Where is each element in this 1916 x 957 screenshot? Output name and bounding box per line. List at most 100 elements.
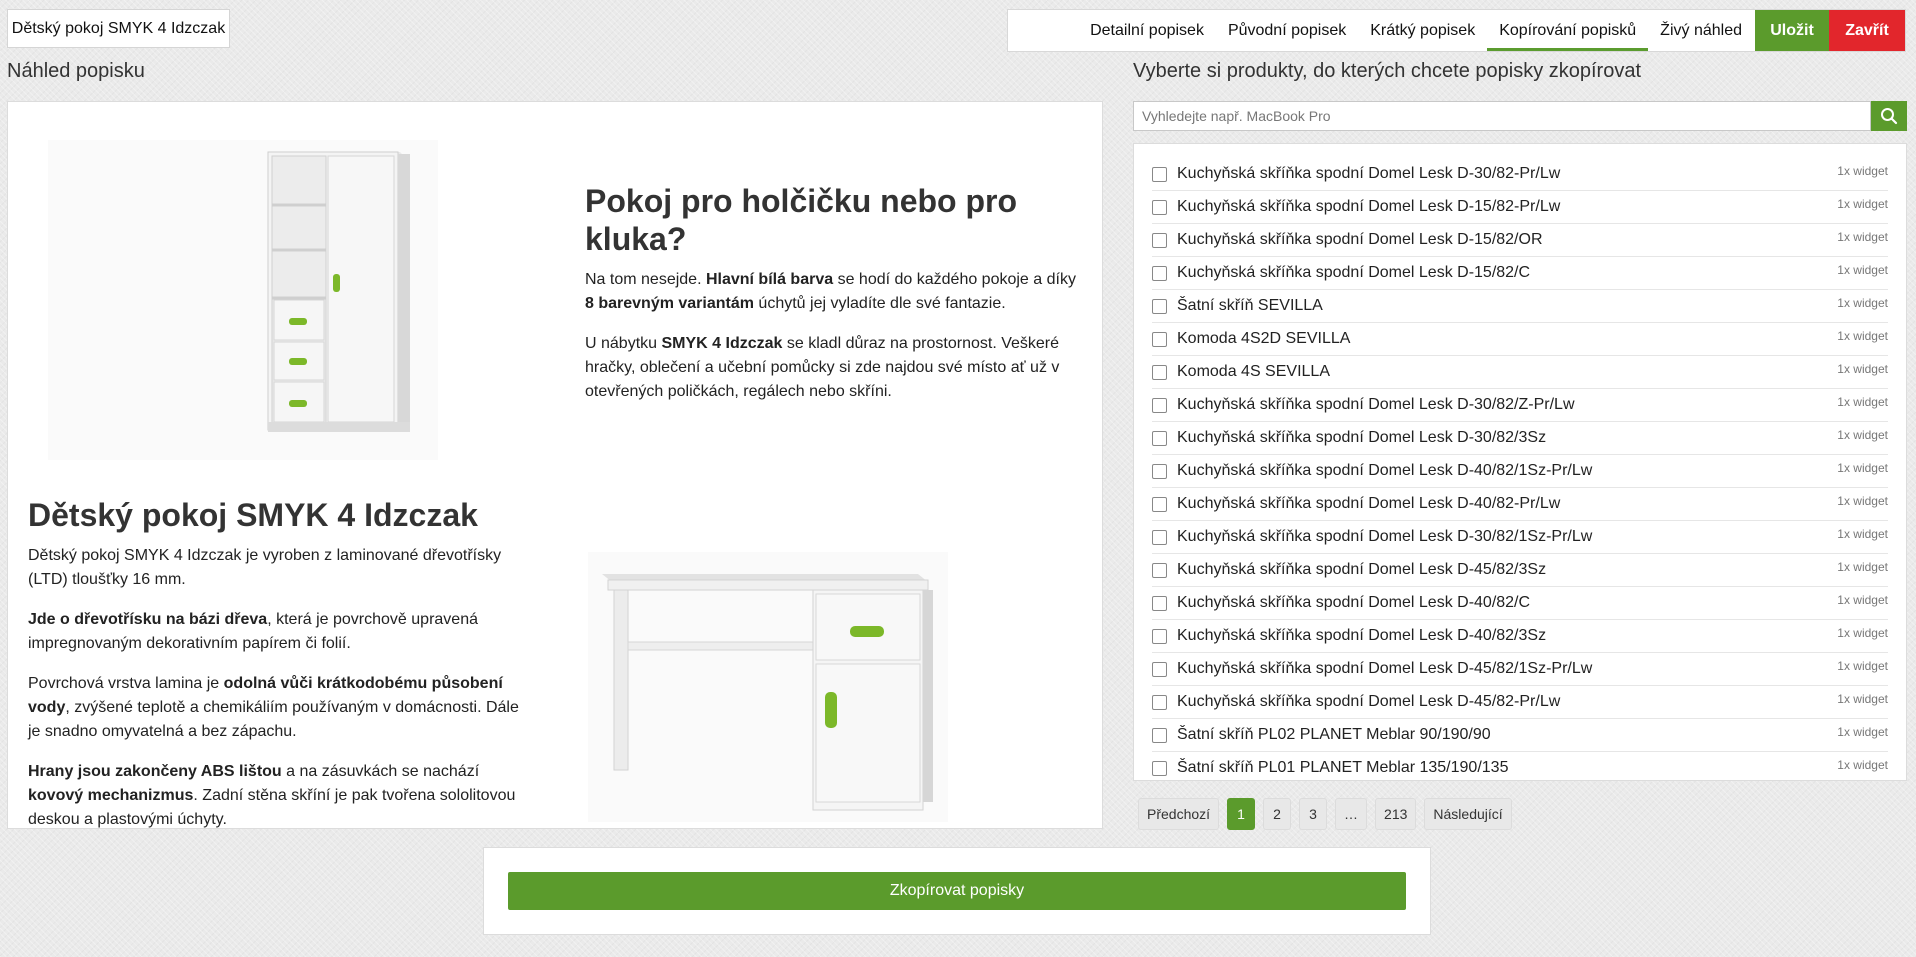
product-name: Kuchyňská skříňka spodní Domel Lesk D-15… — [1177, 264, 1531, 281]
pagination-prev-button[interactable]: Předchozí — [1138, 798, 1220, 830]
block1-title: Pokoj pro holčičku nebo pro kluka? — [585, 183, 1018, 257]
product-checkbox[interactable] — [1152, 199, 1167, 215]
list-item[interactable]: Komoda 4S2D SEVILLA 1x widget — [1152, 323, 1888, 356]
product-checkbox[interactable] — [1152, 232, 1167, 248]
product-checkbox[interactable] — [1152, 496, 1167, 512]
pagination: Předchozí 1 2 3 … 213 Následující — [1138, 798, 1512, 830]
block1-paragraph-2: U nábytku SMYK 4 Idzczak se kladl důraz … — [585, 335, 1060, 400]
page-button-1[interactable]: 1 — [1227, 798, 1256, 830]
pagination-next-button[interactable]: Následující — [1424, 798, 1512, 830]
block2-paragraph-4: Hrany jsou zakončeny ABS lištou a na zás… — [28, 763, 516, 828]
widget-count-badge: 1x widget — [1837, 494, 1888, 508]
list-item[interactable]: Kuchyňská skříňka spodní Domel Lesk D-30… — [1152, 521, 1888, 554]
product-checkbox[interactable] — [1152, 628, 1167, 644]
product-checkbox[interactable] — [1152, 166, 1167, 182]
product-checkbox[interactable] — [1152, 562, 1167, 578]
product-name: Kuchyňská skříňka spodní Domel Lesk D-40… — [1177, 495, 1561, 512]
list-item[interactable]: Kuchyňská skříňka spodní Domel Lesk D-40… — [1152, 455, 1888, 488]
products-heading: Vyberte si produkty, do kterých chcete p… — [1133, 60, 1642, 82]
product-name: Kuchyňská skříňka spodní Domel Lesk D-30… — [1177, 528, 1593, 545]
page-button-2[interactable]: 2 — [1263, 798, 1292, 830]
product-checkbox[interactable] — [1152, 661, 1167, 677]
page-ellipsis: … — [1335, 798, 1368, 830]
product-checkbox[interactable] — [1152, 397, 1167, 413]
list-item[interactable]: Šatní skříň PL01 PLANET Meblar 135/190/1… — [1152, 752, 1888, 780]
widget-count-badge: 1x widget — [1837, 461, 1888, 475]
product-name: Kuchyňská skříňka spodní Domel Lesk D-45… — [1177, 561, 1547, 578]
list-item[interactable]: Šatní skříň SEVILLA 1x widget — [1152, 290, 1888, 323]
widget-count-badge: 1x widget — [1837, 164, 1888, 178]
page-button-3[interactable]: 3 — [1299, 798, 1328, 830]
top-tab-bar: Detailní popisek Původní popisek Krátký … — [1007, 9, 1906, 52]
widget-count-badge: 1x widget — [1837, 428, 1888, 442]
widget-count-badge: 1x widget — [1837, 659, 1888, 673]
list-item[interactable]: Kuchyňská skříňka spodní Domel Lesk D-15… — [1152, 257, 1888, 290]
description-preview: Pokoj pro holčičku nebo pro kluka? Na to… — [7, 101, 1103, 829]
product-checkbox[interactable] — [1152, 595, 1167, 611]
save-button[interactable]: Uložit — [1755, 10, 1829, 51]
product-search — [1133, 101, 1907, 131]
widget-count-badge: 1x widget — [1837, 329, 1888, 343]
list-item[interactable]: Šatní skříň PL02 PLANET Meblar 90/190/90… — [1152, 719, 1888, 752]
tab-short-description[interactable]: Krátký popisek — [1358, 10, 1487, 51]
product-checkbox[interactable] — [1152, 463, 1167, 479]
product-name: Kuchyňská skříňka spodní Domel Lesk D-45… — [1177, 660, 1593, 677]
tab-copy-descriptions[interactable]: Kopírování popisků — [1487, 10, 1649, 51]
list-item[interactable]: Kuchyňská skříňka spodní Domel Lesk D-45… — [1152, 554, 1888, 587]
search-icon — [1881, 108, 1898, 125]
tab-original-description[interactable]: Původní popisek — [1216, 10, 1358, 51]
list-item[interactable]: Kuchyňská skříňka spodní Domel Lesk D-30… — [1152, 422, 1888, 455]
page-button-last[interactable]: 213 — [1375, 798, 1417, 830]
wardrobe-image — [48, 140, 438, 460]
product-checkbox[interactable] — [1152, 760, 1167, 776]
product-name: Kuchyňská skříňka spodní Domel Lesk D-15… — [1177, 231, 1543, 248]
widget-count-badge: 1x widget — [1837, 296, 1888, 310]
product-checkbox[interactable] — [1152, 265, 1167, 281]
tab-live-preview[interactable]: Živý náhled — [1648, 10, 1754, 51]
product-name: Kuchyňská skříňka spodní Domel Lesk D-40… — [1177, 594, 1531, 611]
copy-descriptions-button[interactable]: Zkopírovat popisky — [508, 872, 1406, 910]
list-item[interactable]: Kuchyňská skříňka spodní Domel Lesk D-40… — [1152, 488, 1888, 521]
desk-image — [588, 552, 948, 822]
product-checkbox[interactable] — [1152, 430, 1167, 446]
block2-paragraph-3: Povrchová vrstva lamina je odolná vůči k… — [28, 675, 519, 740]
widget-count-badge: 1x widget — [1837, 527, 1888, 541]
copy-action-box: Zkopírovat popisky — [483, 847, 1431, 935]
product-list: Kuchyňská skříňka spodní Domel Lesk D-30… — [1133, 143, 1907, 781]
tab-detailed-description[interactable]: Detailní popisek — [1078, 10, 1216, 51]
list-item[interactable]: Kuchyňská skříňka spodní Domel Lesk D-30… — [1152, 158, 1888, 191]
list-item[interactable]: Kuchyňská skříňka spodní Domel Lesk D-15… — [1152, 191, 1888, 224]
product-checkbox[interactable] — [1152, 364, 1167, 380]
search-input[interactable] — [1133, 101, 1871, 131]
list-item[interactable]: Kuchyňská skříňka spodní Domel Lesk D-40… — [1152, 620, 1888, 653]
product-name: Kuchyňská skříňka spodní Domel Lesk D-40… — [1177, 462, 1593, 479]
product-checkbox[interactable] — [1152, 331, 1167, 347]
widget-count-badge: 1x widget — [1837, 758, 1888, 772]
product-title: Dětský pokoj SMYK 4 Idzczak — [7, 9, 230, 48]
product-name: Kuchyňská skříňka spodní Domel Lesk D-30… — [1177, 396, 1575, 413]
product-checkbox[interactable] — [1152, 727, 1167, 743]
product-name: Šatní skříň SEVILLA — [1177, 297, 1323, 314]
product-name: Kuchyňská skříňka spodní Domel Lesk D-15… — [1177, 198, 1561, 215]
product-checkbox[interactable] — [1152, 694, 1167, 710]
list-item[interactable]: Kuchyňská skříňka spodní Domel Lesk D-45… — [1152, 686, 1888, 719]
product-name: Komoda 4S2D SEVILLA — [1177, 330, 1351, 347]
close-button[interactable]: Zavřít — [1829, 10, 1905, 51]
search-button[interactable] — [1871, 101, 1907, 131]
widget-count-badge: 1x widget — [1837, 692, 1888, 706]
block1-paragraph-1: Na tom nesejde. Hlavní bílá barva se hod… — [585, 271, 1076, 312]
block2-title: Dětský pokoj SMYK 4 Idzczak — [28, 497, 478, 533]
product-checkbox[interactable] — [1152, 298, 1167, 314]
widget-count-badge: 1x widget — [1837, 263, 1888, 277]
widget-count-badge: 1x widget — [1837, 197, 1888, 211]
text-block-boy-or-girl: Pokoj pro holčičku nebo pro kluka? Na to… — [585, 182, 1085, 420]
list-item[interactable]: Kuchyňská skříňka spodní Domel Lesk D-30… — [1152, 389, 1888, 422]
list-item[interactable]: Kuchyňská skříňka spodní Domel Lesk D-45… — [1152, 653, 1888, 686]
block2-paragraph-2: Jde o dřevotřísku na bázi dřeva, která j… — [28, 611, 478, 652]
product-checkbox[interactable] — [1152, 529, 1167, 545]
list-item[interactable]: Kuchyňská skříňka spodní Domel Lesk D-40… — [1152, 587, 1888, 620]
list-item[interactable]: Kuchyňská skříňka spodní Domel Lesk D-15… — [1152, 224, 1888, 257]
product-name: Komoda 4S SEVILLA — [1177, 363, 1330, 380]
preview-heading: Náhled popisku — [7, 60, 145, 82]
list-item[interactable]: Komoda 4S SEVILLA 1x widget — [1152, 356, 1888, 389]
